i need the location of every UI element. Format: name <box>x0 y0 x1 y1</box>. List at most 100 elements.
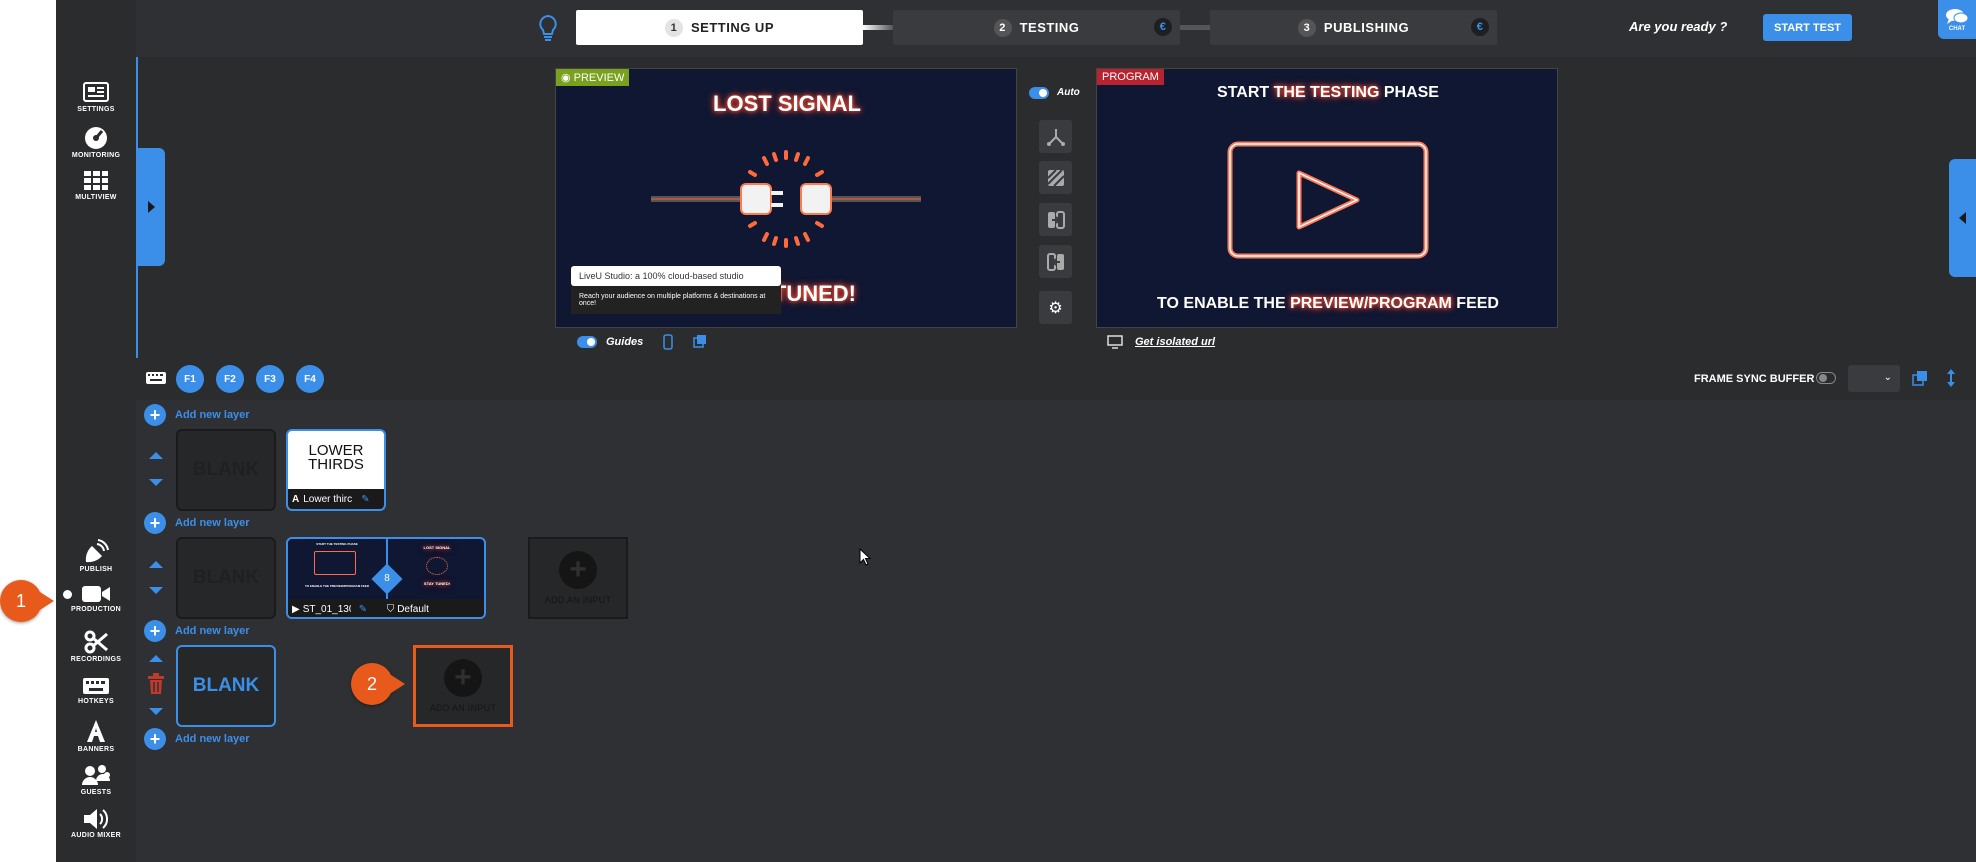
tooltip-subtitle: Reach your audience on multiple platform… <box>579 293 766 307</box>
recordings-icon <box>84 630 108 654</box>
step-publishing[interactable]: 3 PUBLISHING € <box>1210 10 1497 45</box>
frame-sync-toggle[interactable] <box>1816 372 1836 384</box>
move-layer-up-icon[interactable] <box>149 561 163 568</box>
scene-right-thumb: LOST SIGNAL STAY TUNED! <box>423 545 451 586</box>
guides-toggle[interactable] <box>577 336 597 348</box>
scene-left-thumb: START THE TESTING PHASE TO ENABLE THE PR… <box>304 542 370 588</box>
callout-pointer <box>40 592 54 610</box>
sidebar-item-hotkeys[interactable]: HOTKEYS <box>56 676 136 705</box>
step-setting-up[interactable]: 1 SETTING UP <box>576 10 863 45</box>
move-layer-up-icon[interactable] <box>149 655 163 662</box>
step-testing[interactable]: 2 TESTING € <box>893 10 1180 45</box>
add-input-label: ADD AN INPUT <box>429 703 497 713</box>
sidebar: SETTINGS MONITORING MULTIVIEW PUBLISH PR… <box>56 0 136 862</box>
sidebar-item-label: GUESTS <box>80 789 112 796</box>
chat-button[interactable]: CHAT <box>1938 0 1976 39</box>
guests-icon <box>82 765 110 785</box>
eye-icon: ◉ <box>561 72 574 84</box>
step-connector <box>863 25 893 30</box>
top-bar: 1 SETTING UP 2 TESTING € 3 PUBLISHING € … <box>136 0 1976 57</box>
transition-settings-button[interactable]: ⚙ <box>1039 291 1072 324</box>
auto-toggle[interactable] <box>1029 87 1049 99</box>
callout-pointer <box>391 675 405 693</box>
lightbulb-icon[interactable] <box>539 15 557 41</box>
sidebar-item-recordings[interactable]: RECORDINGS <box>56 630 136 663</box>
f3-key[interactable]: F3 <box>256 365 284 393</box>
chat-label: CHAT <box>1948 25 1966 32</box>
resize-vertical-icon[interactable] <box>1946 368 1956 388</box>
cut-icon <box>1046 128 1065 146</box>
move-layer-down-icon[interactable] <box>149 479 163 486</box>
preview-screen[interactable]: ◉ PREVIEW LOST SIGNAL TUNED! LiveU Studi… <box>555 68 1017 328</box>
sidebar-item-monitoring[interactable]: MONITORING <box>56 124 136 159</box>
duplicate-icon[interactable] <box>1912 370 1928 386</box>
tooltip-title: LiveU Studio: a 100% cloud-based studio <box>571 266 781 286</box>
start-test-button[interactable]: START TEST <box>1763 14 1852 41</box>
move-layer-up-icon[interactable] <box>149 452 163 459</box>
blank-tile[interactable]: BLANK <box>176 429 276 511</box>
plus-icon: + <box>144 404 166 426</box>
copy-icon[interactable] <box>693 334 707 348</box>
add-layer-button[interactable]: + Add new layer <box>144 404 250 426</box>
cut-button[interactable] <box>1039 120 1072 153</box>
sidebar-item-label: RECORDINGS <box>70 656 122 663</box>
isolated-url-link[interactable]: Get isolated url <box>1135 336 1215 348</box>
toggle-knob <box>1819 374 1827 382</box>
lower-thirds-caption: Lower thirc <box>303 493 353 505</box>
blank-tile-selected[interactable]: BLANK <box>176 645 276 727</box>
chevron-right-icon <box>148 201 155 213</box>
trash-icon[interactable] <box>147 673 165 695</box>
settings-icon <box>83 82 109 102</box>
add-layer-button[interactable]: + Add new layer <box>144 620 250 642</box>
mix-button[interactable] <box>1039 161 1072 194</box>
f1-key[interactable]: F1 <box>176 365 204 393</box>
audio-mixer-icon <box>84 809 109 829</box>
f4-key[interactable]: F4 <box>296 365 324 393</box>
banners-icon <box>87 720 105 742</box>
lower-thirds-tile[interactable]: LOWER THIRDS A Lower thirc ✎ <box>286 429 386 511</box>
keyboard-icon[interactable] <box>145 370 167 386</box>
program-line1: START THE TESTING PHASE <box>1217 84 1439 101</box>
sidebar-item-audio-mixer[interactable]: AUDIO MIXER <box>56 808 136 839</box>
monitoring-icon <box>85 127 107 149</box>
step-label: PUBLISHING <box>1323 20 1410 35</box>
sidebar-item-publish[interactable]: PUBLISH <box>56 538 136 573</box>
scene-transition-card[interactable]: START THE TESTING PHASE TO ENABLE THE PR… <box>286 537 486 619</box>
add-input-tile-highlighted[interactable]: + ADD AN INPUT <box>413 645 513 727</box>
add-input-tile[interactable]: + ADD AN INPUT <box>528 537 628 619</box>
plus-icon: + <box>144 620 166 642</box>
sidebar-item-multiview[interactable]: MULTIVIEW <box>56 170 136 201</box>
sidebar-item-label: MULTIVIEW <box>75 194 117 201</box>
video-camera-icon: ▶ <box>292 603 300 615</box>
left-margin <box>0 0 56 862</box>
left-panel-toggle[interactable] <box>138 148 165 266</box>
blank-tile[interactable]: BLANK <box>176 537 276 619</box>
right-panel-toggle[interactable] <box>1949 159 1976 277</box>
callout-badge: 1 <box>0 580 42 622</box>
active-indicator <box>63 590 72 599</box>
sidebar-item-banners[interactable]: BANNERS <box>56 718 136 753</box>
edit-icon[interactable]: ✎ <box>359 604 383 615</box>
sidebar-item-guests[interactable]: GUESTS <box>56 763 136 796</box>
edit-icon[interactable]: ✎ <box>361 494 369 505</box>
multiview-icon <box>84 171 108 190</box>
step-number: 2 <box>993 18 1012 37</box>
sidebar-item-label: AUDIO MIXER <box>71 832 121 839</box>
add-layer-button[interactable]: + Add new layer <box>144 512 250 534</box>
scene-play-frame <box>314 551 356 575</box>
add-layer-button[interactable]: + Add new layer <box>144 728 250 750</box>
preview-tooltip: LiveU Studio: a 100% cloud-based studio … <box>571 266 781 314</box>
slide-in-button[interactable] <box>1039 203 1072 236</box>
plus-icon: + <box>559 551 597 589</box>
program-screen[interactable]: PROGRAM START THE TESTING PHASE TO ENABL… <box>1096 68 1558 328</box>
f2-key[interactable]: F2 <box>216 365 244 393</box>
move-layer-down-icon[interactable] <box>149 587 163 594</box>
frame-sync-select[interactable]: ⌄ <box>1848 365 1900 392</box>
slide-out-button[interactable] <box>1039 245 1072 278</box>
plug-graphic <box>651 150 921 248</box>
sidebar-item-settings[interactable]: SETTINGS <box>56 80 136 113</box>
lower-thirds-title: LOWER THIRDS <box>308 442 364 473</box>
move-layer-down-icon[interactable] <box>149 708 163 715</box>
mobile-icon[interactable] <box>663 334 673 350</box>
callout-badge: 2 <box>351 663 393 705</box>
